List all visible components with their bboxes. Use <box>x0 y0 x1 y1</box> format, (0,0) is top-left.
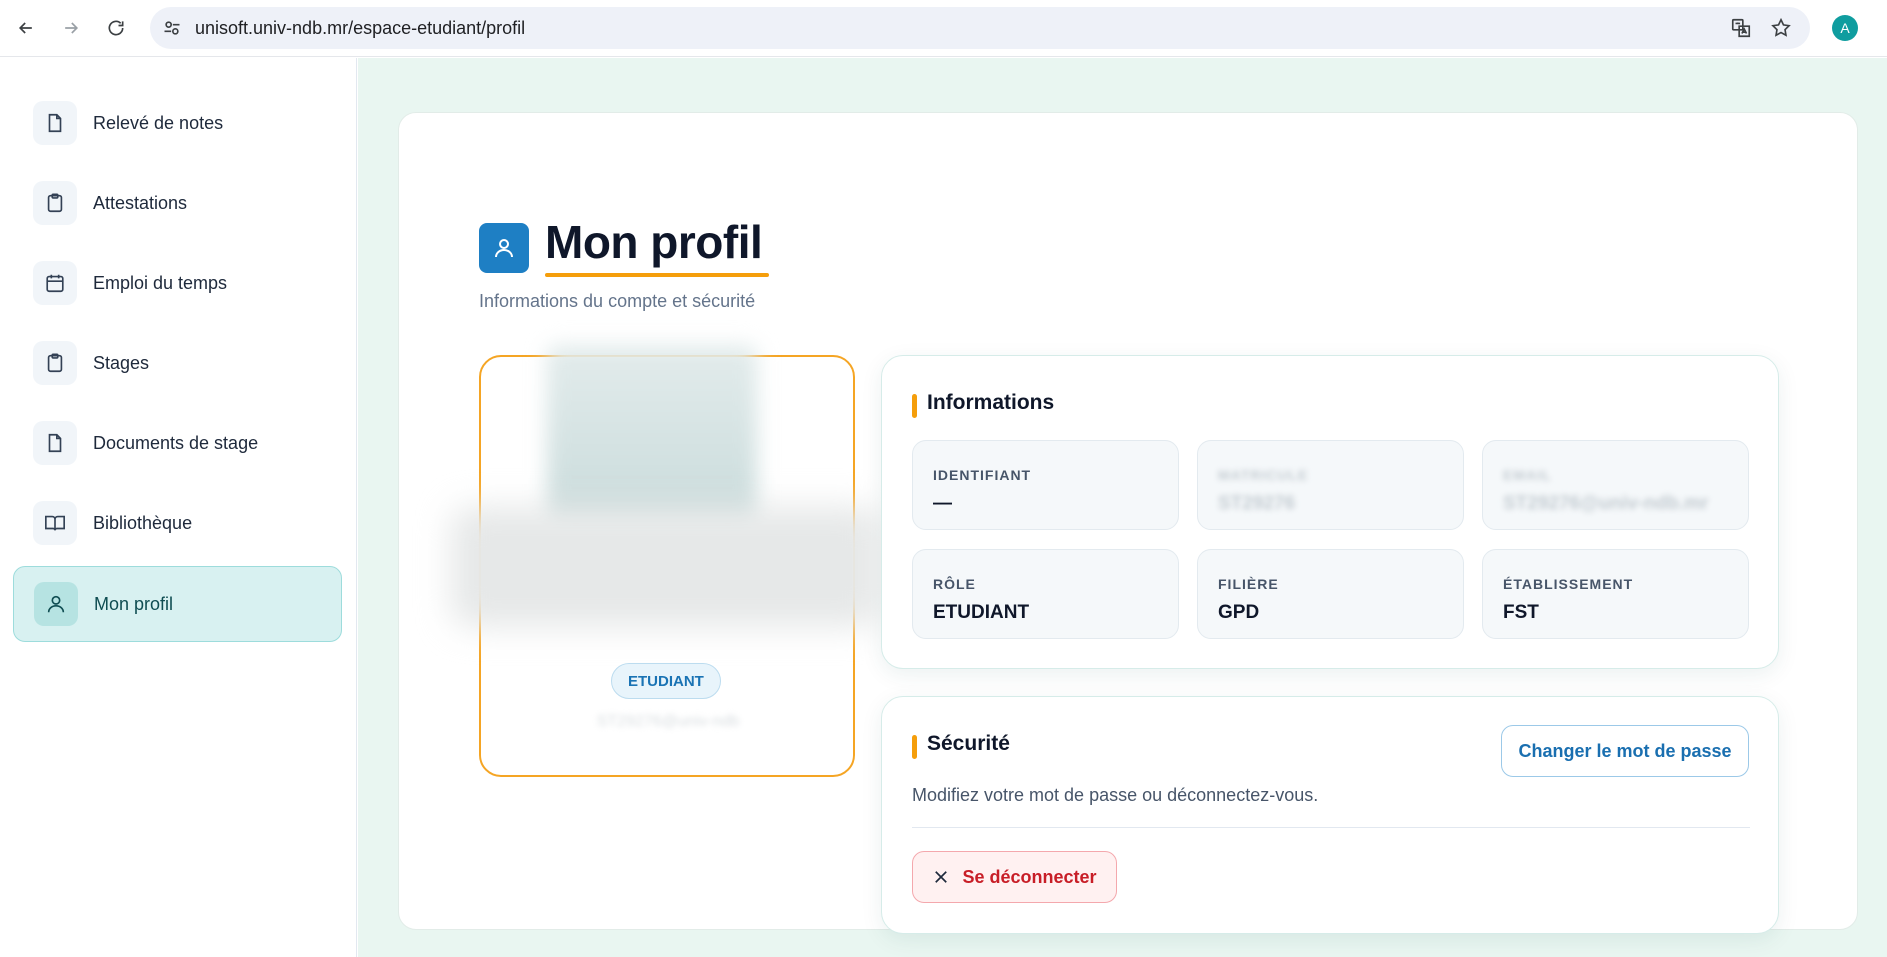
field-etablissement: ÉTABLISSEMENT FST <box>1482 549 1749 639</box>
sidebar-item-label: Mon profil <box>94 593 174 614</box>
sidebar-item-attestations[interactable]: Attestations <box>13 165 342 241</box>
profile-summary-card: ETUDIANT ST29276@univ-ndb <box>451 345 881 777</box>
sidebar-item-label: Relevé de notes <box>93 112 224 133</box>
sidebar-item-emploi-du-temps[interactable]: Emploi du temps <box>13 245 342 321</box>
sidebar-item-mon-profil[interactable]: Mon profil <box>13 566 342 642</box>
role-badge: ETUDIANT <box>611 663 721 699</box>
informations-panel: Informations IDENTIFIANT — MATRICULE ST2… <box>881 355 1779 669</box>
field-label: EMAIL <box>1503 467 1552 483</box>
field-value: FST <box>1503 602 1539 623</box>
document-icon <box>33 421 77 465</box>
browser-toolbar: unisoft.univ-ndb.mr/espace-etudiant/prof… <box>0 0 1887 57</box>
bookmark-star-icon[interactable] <box>1770 17 1792 39</box>
forward-arrow-icon[interactable] <box>55 12 87 44</box>
change-password-button[interactable]: Changer le mot de passe <box>1501 725 1749 777</box>
close-icon <box>935 871 948 883</box>
field-role: RÔLE ETUDIANT <box>912 549 1179 639</box>
field-value: GPD <box>1218 602 1260 623</box>
clipboard-icon <box>33 341 77 385</box>
divider <box>912 827 1750 828</box>
field-value: ST29276 <box>1218 493 1296 514</box>
sidebar-item-label: Attestations <box>93 192 188 213</box>
main-content: Mon profil Informations du compte et séc… <box>358 58 1887 957</box>
informations-title: Informations <box>927 391 1055 414</box>
field-value: ETUDIANT <box>933 602 1030 623</box>
user-icon <box>479 223 529 273</box>
field-value: — <box>933 493 952 514</box>
sidebar-item-bibliotheque[interactable]: Bibliothèque <box>13 485 342 561</box>
profile-page-card: Mon profil Informations du compte et séc… <box>398 112 1858 934</box>
sidebar-item-documents-de-stage[interactable]: Documents de stage <box>13 405 342 481</box>
sidebar-item-stages[interactable]: Stages <box>13 325 342 401</box>
translate-icon[interactable] <box>1730 17 1752 39</box>
clipboard-icon <box>33 181 77 225</box>
title-underline <box>545 273 769 277</box>
section-accent-bar <box>912 735 917 759</box>
book-icon <box>33 501 77 545</box>
sidebar-item-label: Documents de stage <box>93 432 259 453</box>
back-arrow-icon[interactable] <box>10 12 42 44</box>
sidebar-item-label: Bibliothèque <box>93 512 193 533</box>
avatar <box>547 345 757 525</box>
field-identifiant: IDENTIFIANT — <box>912 440 1179 530</box>
field-label: RÔLE <box>933 576 976 592</box>
user-icon <box>34 582 78 626</box>
section-accent-bar <box>912 394 917 418</box>
address-bar[interactable]: unisoft.univ-ndb.mr/espace-etudiant/prof… <box>150 7 1810 49</box>
securite-title: Sécurité <box>927 732 1010 755</box>
field-email: EMAIL ST29276@univ-ndb.mr <box>1482 440 1749 530</box>
securite-description: Modifiez votre mot de passe ou déconnect… <box>912 785 1319 805</box>
sidebar-item-releve-de-notes[interactable]: Relevé de notes <box>13 85 342 161</box>
page-subtitle: Informations du compte et sécurité <box>479 291 756 311</box>
field-label: ÉTABLISSEMENT <box>1503 576 1634 592</box>
field-label: FILIÈRE <box>1218 576 1279 592</box>
field-label: MATRICULE <box>1218 467 1309 483</box>
field-filiere: FILIÈRE GPD <box>1197 549 1464 639</box>
student-id-redacted: ST29276@univ-ndb <box>596 713 740 730</box>
reload-icon[interactable] <box>100 12 132 44</box>
calendar-icon <box>33 261 77 305</box>
document-icon <box>33 101 77 145</box>
field-label: IDENTIFIANT <box>933 467 1032 483</box>
sidebar: Relevé de notes Attestations Emploi du t… <box>0 58 357 957</box>
site-settings-icon[interactable] <box>162 18 182 38</box>
browser-profile-avatar[interactable]: A <box>1832 15 1858 41</box>
sidebar-item-label: Stages <box>93 352 150 373</box>
field-value: ST29276@univ-ndb.mr <box>1503 493 1709 514</box>
page-title: Mon profil <box>545 216 763 268</box>
logout-label: Se déconnecter <box>962 866 1097 887</box>
student-name-redacted <box>451 507 881 627</box>
securite-panel: Sécurité Changer le mot de passe Modifie… <box>881 696 1779 934</box>
field-matricule: MATRICULE ST29276 <box>1197 440 1464 530</box>
sidebar-item-label: Emploi du temps <box>93 272 228 293</box>
logout-button[interactable]: Se déconnecter <box>912 851 1117 903</box>
url-text[interactable]: unisoft.univ-ndb.mr/espace-etudiant/prof… <box>195 18 525 39</box>
